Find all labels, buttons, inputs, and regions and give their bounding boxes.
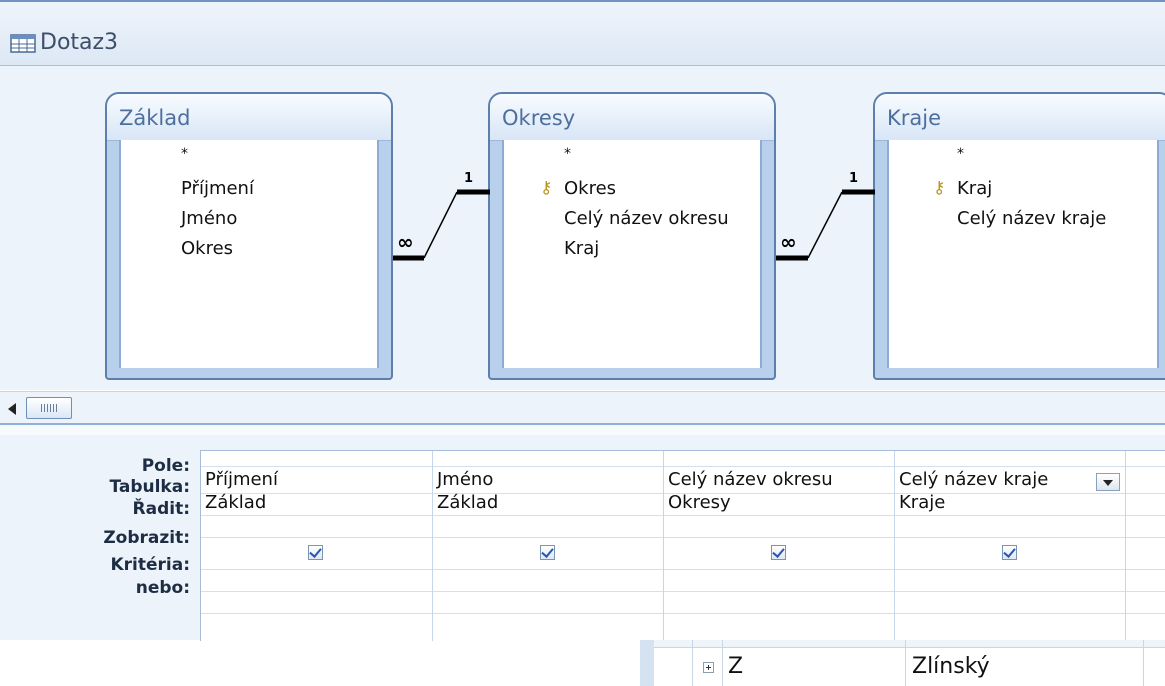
many-label: ∞	[397, 230, 414, 254]
row-label-kriteria: Kritéria:	[110, 555, 190, 575]
row-label-nebo: nebo:	[135, 578, 190, 598]
show-checkbox[interactable]	[308, 545, 323, 560]
record-selector[interactable]	[640, 640, 654, 686]
join-line-zaklad-okresy[interactable]: ∞ 1	[393, 171, 490, 261]
many-label: ∞	[780, 230, 797, 254]
pane-splitter[interactable]	[0, 425, 1165, 435]
expand-plus-icon[interactable]	[703, 662, 714, 673]
horizontal-scrollbar[interactable]	[0, 391, 1165, 425]
grid-field-cell[interactable]: Příjmení	[205, 469, 278, 490]
record-name[interactable]: Zlínský	[912, 654, 990, 679]
design-grid: Příjmení Základ Jméno Základ Celý název …	[200, 450, 1165, 641]
show-checkbox[interactable]	[540, 545, 555, 560]
row-label-radit: Řadit:	[132, 499, 190, 519]
grid-table-cell[interactable]: Okresy	[668, 492, 731, 513]
grid-field-cell[interactable]: Jméno	[437, 469, 493, 490]
scroll-thumb[interactable]	[26, 397, 72, 419]
grid-table-cell[interactable]: Základ	[205, 492, 266, 513]
show-checkbox[interactable]	[1002, 545, 1017, 560]
grid-field-cell[interactable]: Celý název kraje	[899, 469, 1048, 490]
one-label: 1	[464, 171, 473, 186]
query-grid-area: Pole: Tabulka: Řadit: Zobrazit: Kritéria…	[0, 435, 1165, 641]
row-label-tabulka: Tabulka:	[109, 477, 190, 497]
scroll-left-arrow-icon[interactable]	[8, 403, 16, 415]
datasheet-fragment: Z Zlínský	[640, 640, 1165, 686]
show-checkbox[interactable]	[771, 545, 786, 560]
join-line-okresy-kraje[interactable]: ∞ 1	[776, 171, 875, 261]
record-code[interactable]: Z	[728, 654, 743, 679]
row-label-pole: Pole:	[141, 456, 190, 476]
grid-table-cell[interactable]: Kraje	[899, 492, 945, 513]
one-label: 1	[849, 171, 858, 186]
grid-field-cell[interactable]: Celý název okresu	[668, 469, 833, 490]
field-dropdown-button[interactable]	[1096, 473, 1120, 491]
row-label-zobrazit: Zobrazit:	[103, 528, 190, 548]
grid-table-cell[interactable]: Základ	[437, 492, 498, 513]
